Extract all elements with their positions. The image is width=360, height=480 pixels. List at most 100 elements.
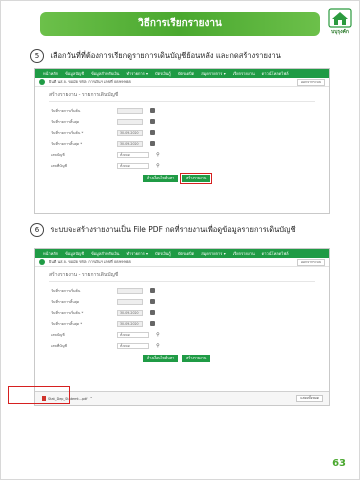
form-row: วันที่รายการสิ้นสุด * 30-09-2020 <box>49 138 315 149</box>
field-label: วันที่รายการเริ่มต้น * <box>51 130 84 135</box>
calendar-icon[interactable] <box>149 287 155 294</box>
calendar-icon[interactable] <box>149 298 155 305</box>
page-number: 63 <box>332 458 346 469</box>
field-label: วันที่รายการเริ่มต้น <box>51 288 81 293</box>
form-row: เลขบัญชี ทั้งหมด ⚲ <box>49 149 315 160</box>
nav-item-reports[interactable]: เรียกรายงาน <box>233 250 255 257</box>
form-row: วันที่รายการเริ่มต้น <box>49 285 315 296</box>
user-bar: ยินดี นส.จ. ขอมัย รหัส: การเงินฯ เลขที่ … <box>35 78 329 87</box>
to-date-input[interactable]: 30-09-2020 <box>117 140 143 147</box>
field-label: เลขที่บัญชี <box>51 343 68 348</box>
field-label: เลขบัญชี <box>51 332 65 337</box>
nav-bar: หน้าหลัก ข้อมูลบัญชี ข้อมูลสำหรับเงิน ทำ… <box>35 249 329 258</box>
nav-item-home[interactable]: หน้าหลัก <box>43 70 58 77</box>
download-highlight-box <box>8 386 70 404</box>
calendar-icon[interactable] <box>149 140 155 147</box>
step-text: เลือกวันที่ที่ต้องการเรียกดูรายการเดินบั… <box>50 51 281 60</box>
calendar-icon[interactable] <box>149 107 155 114</box>
form-title: สร้างรายงาน - รายการเดินบัญชี <box>49 271 315 282</box>
account-select[interactable]: ทั้งหมด <box>117 331 149 338</box>
nav-item-transaction[interactable]: ทำรายการ ▾ <box>126 70 148 77</box>
search-icon[interactable]: ⚲ <box>155 152 161 158</box>
report-form: สร้างรายงาน - รายการเดินบัญชี วันที่รายก… <box>35 267 329 365</box>
nav-item-finance[interactable]: ข้อมูลสำหรับเงิน <box>91 250 119 257</box>
search-icon[interactable]: ⚲ <box>155 332 161 338</box>
screenshot-panel-create-report: หน้าหลัก ข้อมูลบัญชี ข้อมูลสำหรับเงิน ทำ… <box>34 68 330 214</box>
search-icon[interactable]: ⚲ <box>155 343 161 349</box>
from-date-input[interactable]: 30-09-2020 <box>117 309 143 316</box>
form-row: เลขที่บัญชี ทั้งหมด ⚲ <box>49 160 315 171</box>
user-info: ยินดี นส.จ. ขอมัย รหัส: การเงินฯ เลขที่ … <box>49 259 131 264</box>
end-date-input[interactable] <box>117 118 143 125</box>
form-row: วันที่รายการสิ้นสุด <box>49 296 315 307</box>
user-info: ยินดี นส.จ. ขอมัย รหัส: การเงินฯ เลขที่ … <box>49 79 131 84</box>
account-number-select[interactable]: ทั้งหมด <box>117 342 149 349</box>
form-buttons: ล้างเงื่อนไขค้นหา สร้างรายงาน <box>143 355 315 362</box>
nav-item-loan-card[interactable]: บัตรเงินกู้ <box>155 250 171 257</box>
field-label: วันที่รายการสิ้นสุด * <box>51 141 83 146</box>
nav-item-account[interactable]: ข้อมูลบัญชี <box>65 70 84 77</box>
create-report-button[interactable]: สร้างรายงาน <box>182 355 211 362</box>
form-row: วันที่รายการสิ้นสุด <box>49 116 315 127</box>
field-label: วันที่รายการสิ้นสุด * <box>51 321 83 326</box>
field-label: วันที่รายการเริ่มต้น <box>51 108 81 113</box>
calendar-icon[interactable] <box>149 129 155 136</box>
logout-button[interactable]: ออกจากระบบ <box>296 258 325 266</box>
step-5: 5 เลือกวันที่ที่ต้องการเรียกดูรายการเดิน… <box>30 48 281 64</box>
logo-text: บบุรุงคัก <box>331 29 349 35</box>
form-row: วันที่รายการเริ่มต้น * 30-09-2020 <box>49 307 315 318</box>
user-bar: ยินดี นส.จ. ขอมัย รหัส: การเงินฯ เลขที่ … <box>35 258 329 267</box>
account-number-select[interactable]: ทั้งหมด <box>117 162 149 169</box>
field-label: วันที่รายการสิ้นสุด <box>51 119 80 124</box>
form-row: วันที่รายการสิ้นสุด * 30-09-2020 <box>49 318 315 329</box>
form-title: สร้างรายงาน - รายการเดินบัญชี <box>49 91 315 102</box>
field-label: วันที่รายการสิ้นสุด <box>51 299 80 304</box>
form-row: วันที่รายการเริ่มต้น <box>49 105 315 116</box>
start-date-input[interactable] <box>117 107 143 114</box>
clear-filter-button[interactable]: ล้างเงื่อนไขค้นหา <box>143 175 179 182</box>
nav-item-passbook[interactable]: สมุดรายการ ▾ <box>201 70 226 77</box>
nav-item-passbook[interactable]: สมุดรายการ ▾ <box>201 250 226 257</box>
account-select[interactable]: ทั้งหมด <box>117 151 149 158</box>
page-title: วิธีการเรียกรายงาน <box>40 12 320 36</box>
logout-button[interactable]: ออกจากระบบ <box>296 78 325 86</box>
nav-item-reports[interactable]: เรียกรายงาน <box>233 70 255 77</box>
field-label: วันที่รายการเริ่มต้น * <box>51 310 84 315</box>
house-icon <box>328 8 352 28</box>
step-number: 6 <box>30 223 44 237</box>
field-label: เลขที่บัญชี <box>51 163 68 168</box>
form-row: วันที่รายการเริ่มต้น * 30-09-2020 <box>49 127 315 138</box>
nav-item-transaction[interactable]: ทำรายการ ▾ <box>126 250 148 257</box>
nav-item-loan-card[interactable]: บัตรเงินกู้ <box>155 70 171 77</box>
from-date-input[interactable]: 30-09-2020 <box>117 129 143 136</box>
logo: บบุรุงคัก <box>328 8 352 38</box>
step-6: 6 ระบบจะสร้างรายงานเป็น File PDF กดที่รา… <box>30 222 296 238</box>
report-form: สร้างรายงาน - รายการเดินบัญชี วันที่รายก… <box>35 87 329 185</box>
nav-item-account[interactable]: ข้อมูลบัญชี <box>65 250 84 257</box>
search-icon[interactable]: ⚲ <box>155 163 161 169</box>
form-row: เลขที่บัญชี ทั้งหมด ⚲ <box>49 340 315 351</box>
calendar-icon[interactable] <box>149 320 155 327</box>
start-date-input[interactable] <box>117 287 143 294</box>
browser-download-bar: Stat_Dep_Statemt...pdf ⌃ แสดงทั้งหมด <box>35 391 329 405</box>
show-all-downloads-button[interactable]: แสดงทั้งหมด <box>296 395 323 402</box>
end-date-input[interactable] <box>117 298 143 305</box>
calendar-icon[interactable] <box>149 118 155 125</box>
nav-item-download[interactable]: ดาวน์โหลดไฟล์ <box>262 70 289 77</box>
nav-item-debit-card[interactable]: บัตรเดบิต <box>178 250 194 257</box>
nav-item-debit-card[interactable]: บัตรเดบิต <box>178 70 194 77</box>
nav-bar: หน้าหลัก ข้อมูลบัญชี ข้อมูลสำหรับเงิน ทำ… <box>35 69 329 78</box>
nav-item-finance[interactable]: ข้อมูลสำหรับเงิน <box>91 70 119 77</box>
clear-filter-button[interactable]: ล้างเงื่อนไขค้นหา <box>143 355 179 362</box>
field-label: เลขบัญชี <box>51 152 65 157</box>
to-date-input[interactable]: 30-09-2020 <box>117 320 143 327</box>
step-number: 5 <box>30 49 44 63</box>
chevron-up-icon[interactable]: ⌃ <box>89 396 92 401</box>
screenshot-panel-pdf-download: หน้าหลัก ข้อมูลบัญชี ข้อมูลสำหรับเงิน ทำ… <box>34 248 330 406</box>
nav-item-download[interactable]: ดาวน์โหลดไฟล์ <box>262 250 289 257</box>
create-report-button[interactable]: สร้างรายงาน <box>180 173 213 184</box>
calendar-icon[interactable] <box>149 309 155 316</box>
user-icon <box>39 79 45 85</box>
user-icon <box>39 259 45 265</box>
nav-item-home[interactable]: หน้าหลัก <box>43 250 58 257</box>
